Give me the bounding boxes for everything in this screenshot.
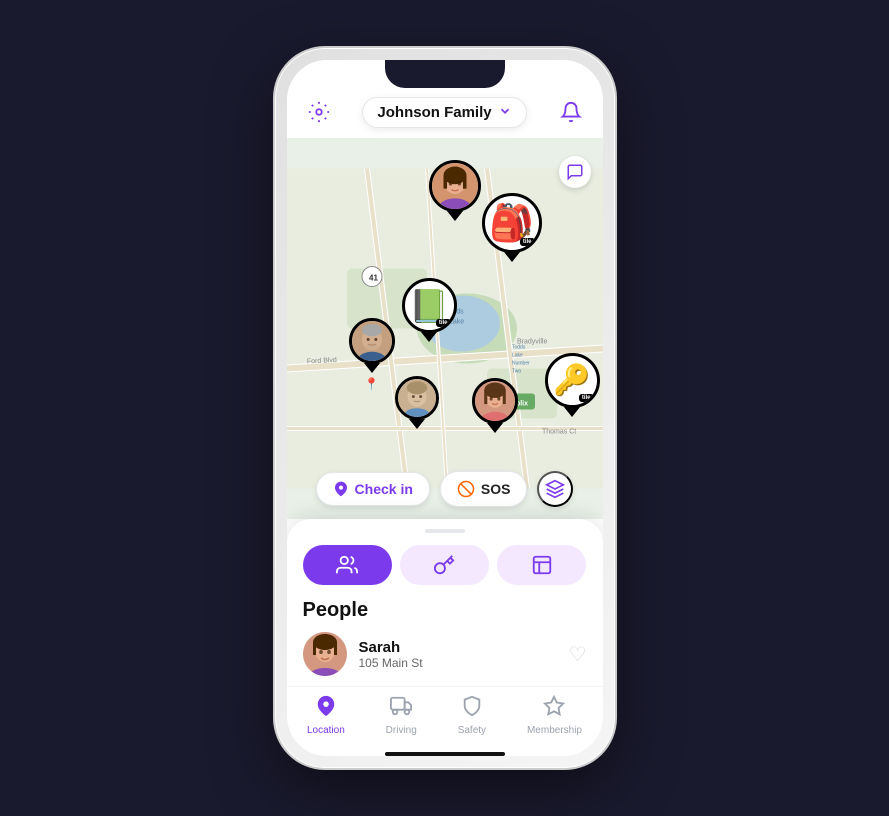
- nav-location-label: Location: [307, 725, 345, 736]
- layers-button[interactable]: [537, 471, 573, 507]
- nav-safety-label: Safety: [458, 725, 486, 736]
- tab-people[interactable]: [303, 545, 392, 585]
- drag-handle: [425, 529, 465, 533]
- svg-text:Todds: Todds: [512, 345, 526, 351]
- tab-items[interactable]: [400, 545, 489, 585]
- tile-keys-marker[interactable]: 🔑 tile: [545, 353, 600, 417]
- safety-nav-icon: [461, 695, 483, 723]
- nav-membership[interactable]: Membership: [527, 695, 582, 736]
- svg-text:Number: Number: [512, 361, 530, 367]
- driving-nav-icon: [390, 695, 412, 723]
- sos-button[interactable]: SOS: [440, 471, 528, 507]
- nav-driving[interactable]: Driving: [386, 695, 417, 736]
- map-view[interactable]: Todds Lake Ford Blvd B: [287, 138, 603, 519]
- nav-safety[interactable]: Safety: [458, 695, 486, 736]
- svg-text:41: 41: [369, 274, 378, 283]
- tab-places[interactable]: [497, 545, 586, 585]
- person-avatar-sarah: [303, 632, 347, 676]
- location-nav-icon: [315, 695, 337, 723]
- tile-backpack-marker[interactable]: 🎒 tile: [482, 193, 542, 262]
- svg-text:Lake: Lake: [512, 353, 523, 359]
- phone-notch: [385, 60, 505, 88]
- notifications-icon[interactable]: [555, 96, 587, 128]
- bottom-panel: People: [287, 519, 603, 756]
- marker-boy[interactable]: [395, 376, 439, 429]
- tile-book-marker[interactable]: 📗 tile: [402, 278, 457, 342]
- svg-text:Two: Two: [512, 369, 521, 375]
- person-name: Sarah: [359, 639, 557, 656]
- people-section: People: [287, 595, 603, 686]
- marker-girl2[interactable]: [472, 378, 518, 433]
- person-address: 105 Main St: [359, 656, 557, 670]
- content-tab-switcher: [287, 539, 603, 595]
- phone-screen: Johnson Family: [287, 60, 603, 756]
- marker-dad[interactable]: 📍: [349, 318, 395, 373]
- family-selector[interactable]: Johnson Family: [362, 97, 526, 128]
- map-action-bar: Check in SOS: [287, 471, 603, 507]
- family-name: Johnson Family: [377, 104, 491, 121]
- check-in-button[interactable]: Check in: [316, 472, 430, 506]
- home-indicator: [385, 752, 505, 756]
- favorite-icon[interactable]: ♡: [569, 642, 587, 667]
- nav-location[interactable]: Location: [307, 695, 345, 736]
- chat-icon[interactable]: [559, 156, 591, 188]
- person-info-sarah: Sarah 105 Main St: [359, 639, 557, 670]
- phone-frame: Johnson Family: [275, 48, 615, 768]
- chevron-down-icon: [498, 104, 512, 121]
- svg-text:Thomas Ct: Thomas Ct: [542, 429, 576, 436]
- bottom-navigation: Location Driving: [287, 686, 603, 748]
- nav-membership-label: Membership: [527, 725, 582, 736]
- membership-nav-icon: [543, 695, 565, 723]
- nav-driving-label: Driving: [386, 725, 417, 736]
- person-row[interactable]: Sarah 105 Main St ♡: [303, 632, 587, 676]
- people-heading: People: [303, 599, 587, 622]
- marker-sarah-top[interactable]: [429, 160, 481, 221]
- settings-icon[interactable]: [303, 96, 335, 128]
